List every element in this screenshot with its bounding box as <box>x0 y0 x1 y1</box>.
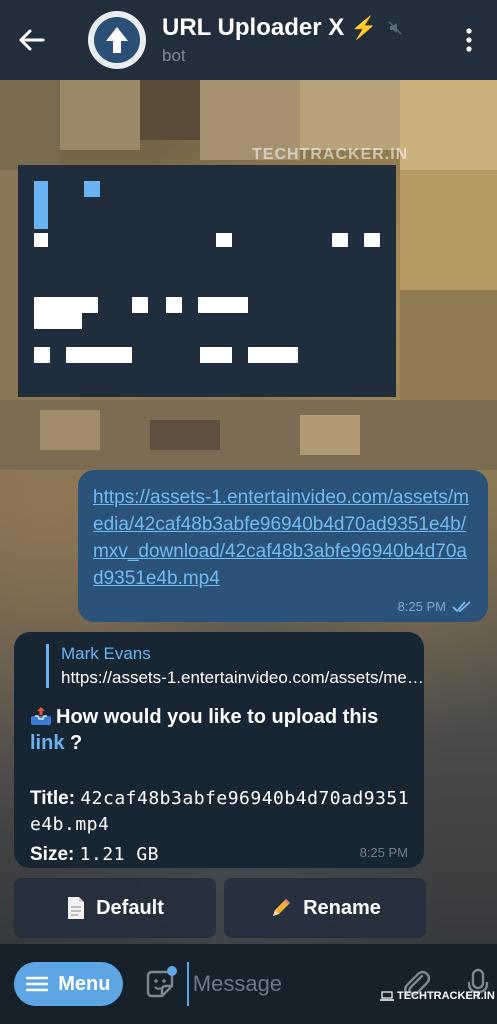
upload-question: How would you like to upload this link ? <box>30 704 410 756</box>
message-time: 8:25 PM <box>397 599 446 614</box>
double-check-icon <box>452 600 471 612</box>
bottom-watermark: TECHTRACKER.IN <box>380 990 495 1002</box>
watermark: TECHTRACKER.IN <box>252 146 409 163</box>
rename-label: Rename <box>303 896 381 919</box>
chat-header: URL Uploader X ⚡ bot <box>0 0 497 80</box>
size-field: Size: 1.21 GB <box>30 842 410 868</box>
question-suffix: ? <box>64 732 83 754</box>
notification-dot <box>166 966 177 976</box>
chat-subtitle: bot <box>162 46 186 65</box>
bot-menu-button[interactable]: Menu <box>14 962 123 1006</box>
more-vertical-icon <box>466 28 472 52</box>
default-button[interactable]: Default <box>14 878 216 938</box>
hamburger-icon <box>26 976 49 992</box>
incoming-message[interactable]: Mark Evans https://assets-1.entertainvid… <box>14 632 427 868</box>
size-value: 1.21 GB <box>79 844 159 865</box>
size-label: Size: <box>30 844 75 865</box>
outgoing-message[interactable]: https://assets-1.entertainvideo.com/asse… <box>78 470 488 622</box>
pencil-icon <box>273 899 291 916</box>
laptop-icon <box>380 991 394 1001</box>
back-arrow-icon <box>19 29 45 51</box>
lightning-icon: ⚡ <box>350 15 378 40</box>
message-time: 8:25 PM <box>359 845 408 860</box>
message-meta: 8:25 PM <box>398 599 472 614</box>
sticker-button[interactable] <box>141 962 179 1006</box>
chat-title-block[interactable]: URL Uploader X ⚡ bot <box>162 14 441 66</box>
more-options-button[interactable] <box>441 0 497 80</box>
message-input[interactable] <box>186 962 377 1006</box>
title-label: Title: <box>30 788 76 809</box>
question-link[interactable]: link <box>30 732 64 754</box>
chat-title: URL Uploader X <box>162 14 345 41</box>
watermark-text: TECHTRACKER.IN <box>397 990 495 1002</box>
menu-label: Menu <box>58 972 111 995</box>
reply-quote[interactable]: Mark Evans https://assets-1.entertainvid… <box>46 644 427 688</box>
document-icon <box>68 897 85 919</box>
back-button[interactable] <box>0 0 64 80</box>
muted-icon <box>388 21 402 35</box>
default-label: Default <box>96 896 164 919</box>
title-field: Title: 42caf48b3abfe96940b4d70ad9351e4b.… <box>30 786 410 838</box>
upload-arrow-icon <box>106 27 128 53</box>
message-composer: Menu <box>0 944 497 1024</box>
message-link[interactable]: https://assets-1.entertainvideo.com/asse… <box>93 484 474 592</box>
outbox-tray-icon <box>30 706 52 726</box>
title-value: 42caf48b3abfe96940b4d70ad9351e4b.mp4 <box>30 788 410 835</box>
rename-button[interactable]: Rename <box>224 878 426 938</box>
bot-avatar[interactable] <box>88 11 146 69</box>
reply-preview: https://assets-1.entertainvideo.com/asse… <box>61 668 427 687</box>
reply-author: Mark Evans <box>61 644 151 663</box>
question-text: How would you like to upload this <box>56 706 379 728</box>
redacted-image <box>18 165 396 397</box>
